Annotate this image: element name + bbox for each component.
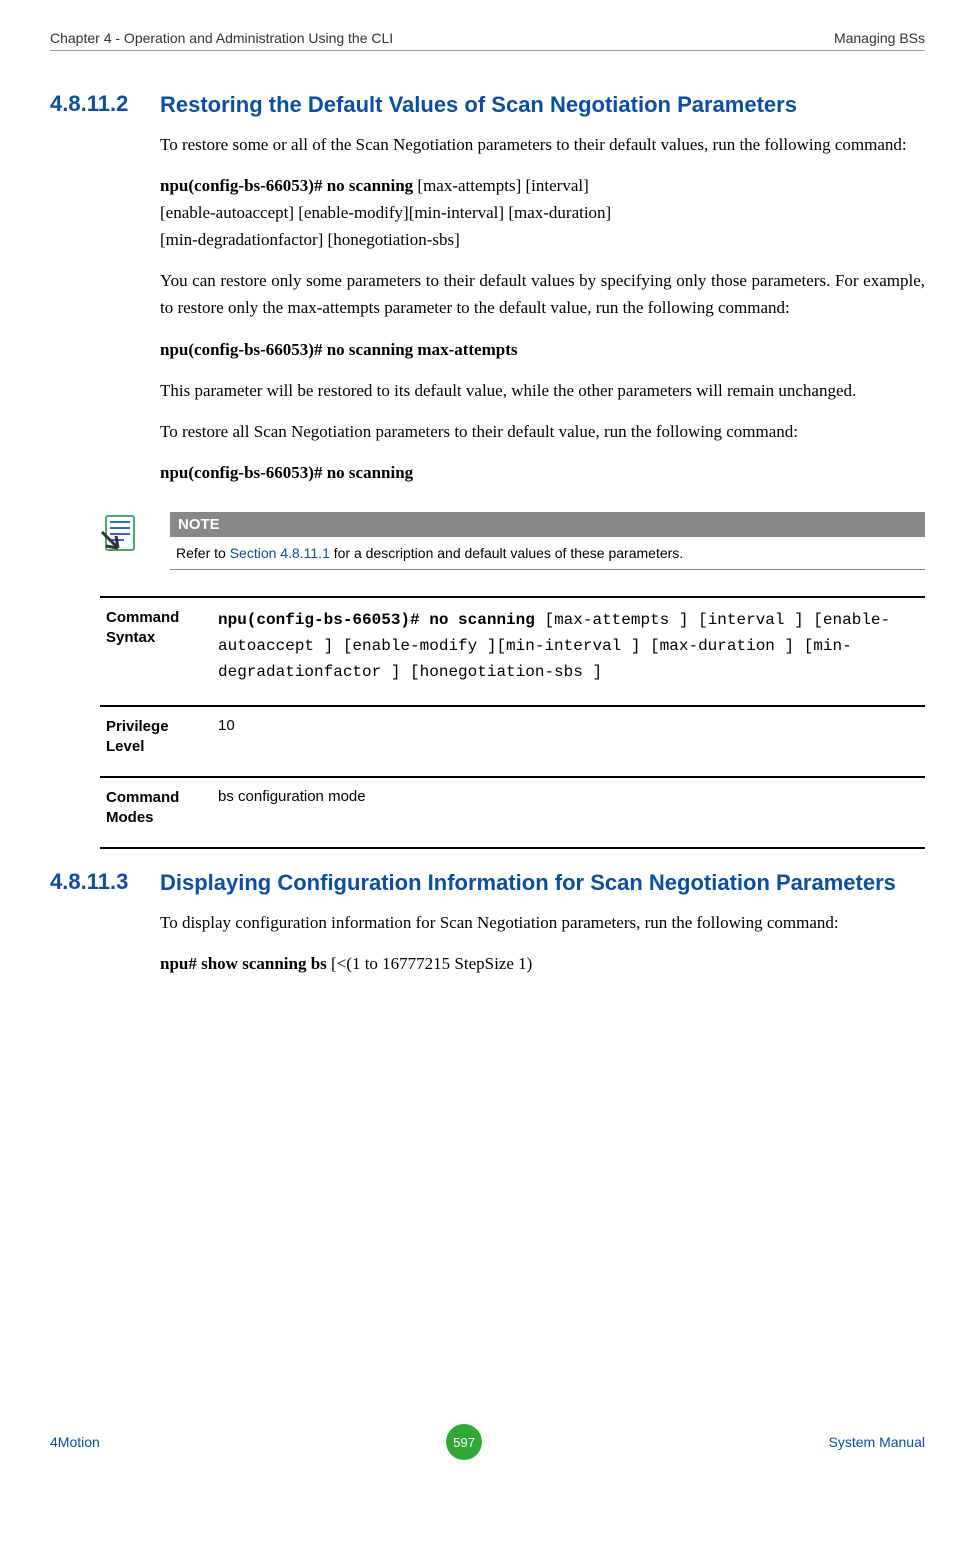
command-info-table: Command Syntax npu(config-bs-66053)# no … <box>100 596 925 849</box>
page-number-badge: 597 <box>446 1424 482 1460</box>
command-bold: npu# show scanning bs <box>160 954 327 973</box>
command-bold: npu(config-bs-66053)# no scanning <box>160 176 413 195</box>
note-body: Refer to Section 4.8.11.1 for a descript… <box>170 537 925 570</box>
note-header: NOTE <box>170 512 925 537</box>
table-label: Command Syntax <box>100 597 212 706</box>
note-link[interactable]: Section 4.8.11.1 <box>230 545 330 561</box>
section-heading-2: 4.8.11.3 Displaying Configuration Inform… <box>50 869 925 897</box>
table-row: Command Syntax npu(config-bs-66053)# no … <box>100 597 925 706</box>
section-title: Displaying Configuration Information for… <box>160 869 925 897</box>
section-heading-1: 4.8.11.2 Restoring the Default Values of… <box>50 91 925 119</box>
header-left: Chapter 4 - Operation and Administration… <box>50 30 393 46</box>
command-args: [min-degradationfactor] [honegotiation-s… <box>160 230 460 249</box>
table-value: bs configuration mode <box>212 777 925 848</box>
section-title: Restoring the Default Values of Scan Neg… <box>160 91 925 119</box>
footer-left: 4Motion <box>50 1434 100 1450</box>
footer-right: System Manual <box>829 1434 925 1450</box>
syntax-bold: npu(config-bs-66053)# no scanning <box>218 611 535 629</box>
note-box: NOTE Refer to Section 4.8.11.1 for a des… <box>160 512 925 570</box>
paragraph: You can restore only some parameters to … <box>160 267 925 321</box>
command-line: npu(config-bs-66053)# no scanning <box>160 459 925 486</box>
paragraph: To display configuration information for… <box>160 909 925 936</box>
paragraph: To restore some or all of the Scan Negot… <box>160 131 925 158</box>
section-number: 4.8.11.2 <box>50 91 160 119</box>
table-label: Command Modes <box>100 777 212 848</box>
note-icon <box>100 512 160 556</box>
section-1-body: To restore some or all of the Scan Negot… <box>160 131 925 850</box>
note-text-pre: Refer to <box>176 545 230 561</box>
paragraph: This parameter will be restored to its d… <box>160 377 925 404</box>
paragraph: To restore all Scan Negotiation paramete… <box>160 418 925 445</box>
command-line: npu(config-bs-66053)# no scanning max-at… <box>160 336 925 363</box>
section-2-body: To display configuration information for… <box>160 909 925 977</box>
page-header: Chapter 4 - Operation and Administration… <box>50 30 925 51</box>
command-block: npu(config-bs-66053)# no scanning [max-a… <box>160 172 925 254</box>
note-text-post: for a description and default values of … <box>330 545 683 561</box>
table-row: Privilege Level 10 <box>100 706 925 777</box>
command-args: [<(1 to 16777215 StepSize 1) <box>327 954 533 973</box>
command-args: [max-attempts] [interval] <box>413 176 589 195</box>
table-value: 10 <box>212 706 925 777</box>
table-label: Privilege Level <box>100 706 212 777</box>
command-line: npu# show scanning bs [<(1 to 16777215 S… <box>160 950 925 977</box>
section-number: 4.8.11.3 <box>50 869 160 897</box>
command-args: [enable-autoaccept] [enable-modify][min-… <box>160 203 611 222</box>
page-footer: 4Motion 597 System Manual <box>50 1424 925 1460</box>
table-row: Command Modes bs configuration mode <box>100 777 925 848</box>
table-value: npu(config-bs-66053)# no scanning [max-a… <box>212 597 925 706</box>
header-right: Managing BSs <box>834 30 925 46</box>
note-content: NOTE Refer to Section 4.8.11.1 for a des… <box>170 512 925 570</box>
